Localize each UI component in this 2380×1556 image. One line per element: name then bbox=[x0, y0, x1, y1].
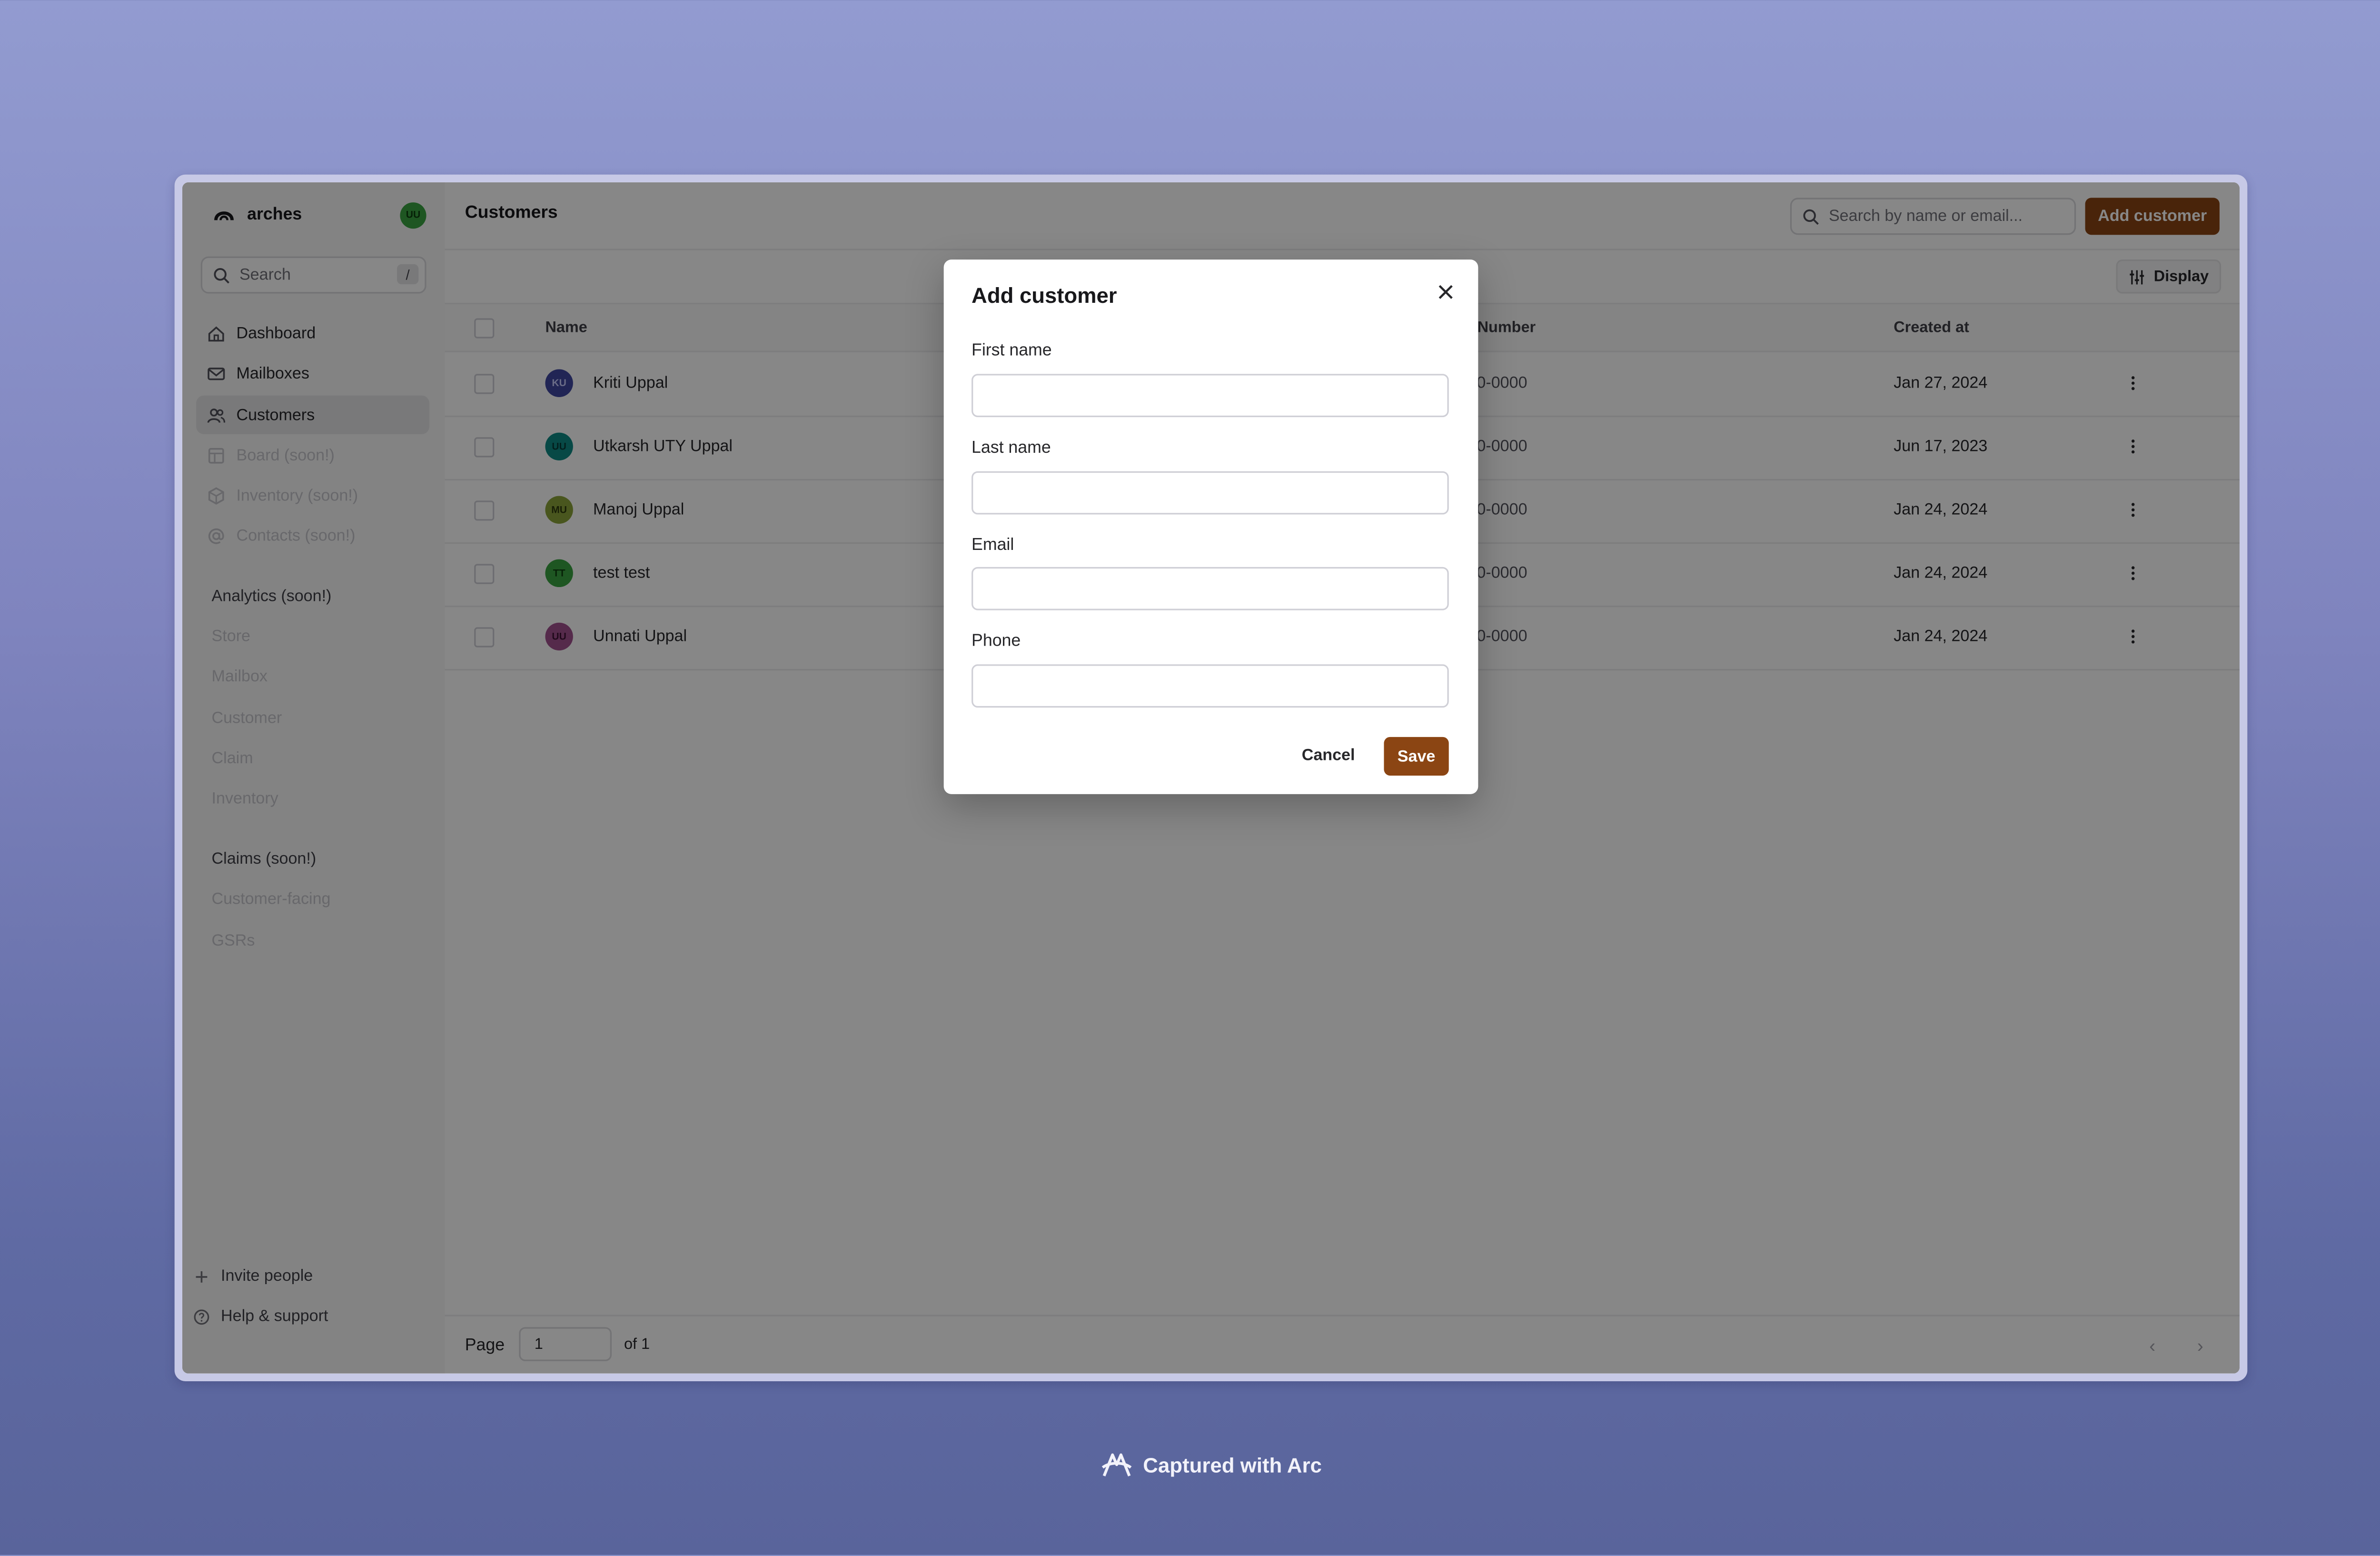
phone-field[interactable] bbox=[972, 664, 1449, 708]
capture-text: Captured with Arc bbox=[1143, 1453, 1322, 1476]
last-name-label: Last name bbox=[972, 439, 1051, 458]
arc-capture-badge: Captured with Arc bbox=[1100, 1449, 1322, 1480]
add-customer-dialog: Add customer First name Last name Email … bbox=[943, 259, 1478, 794]
phone-label: Phone bbox=[972, 632, 1021, 651]
first-name-label: First name bbox=[972, 341, 1052, 360]
cancel-button[interactable]: Cancel bbox=[1291, 737, 1366, 774]
email-label: Email bbox=[972, 536, 1014, 555]
arc-logo-icon bbox=[1101, 1453, 1132, 1476]
last-name-field[interactable] bbox=[972, 471, 1449, 515]
save-button[interactable]: Save bbox=[1384, 737, 1449, 776]
dialog-title: Add customer bbox=[972, 282, 1117, 308]
email-field[interactable] bbox=[972, 567, 1449, 610]
first-name-field[interactable] bbox=[972, 374, 1449, 418]
close-icon[interactable] bbox=[1438, 284, 1453, 299]
